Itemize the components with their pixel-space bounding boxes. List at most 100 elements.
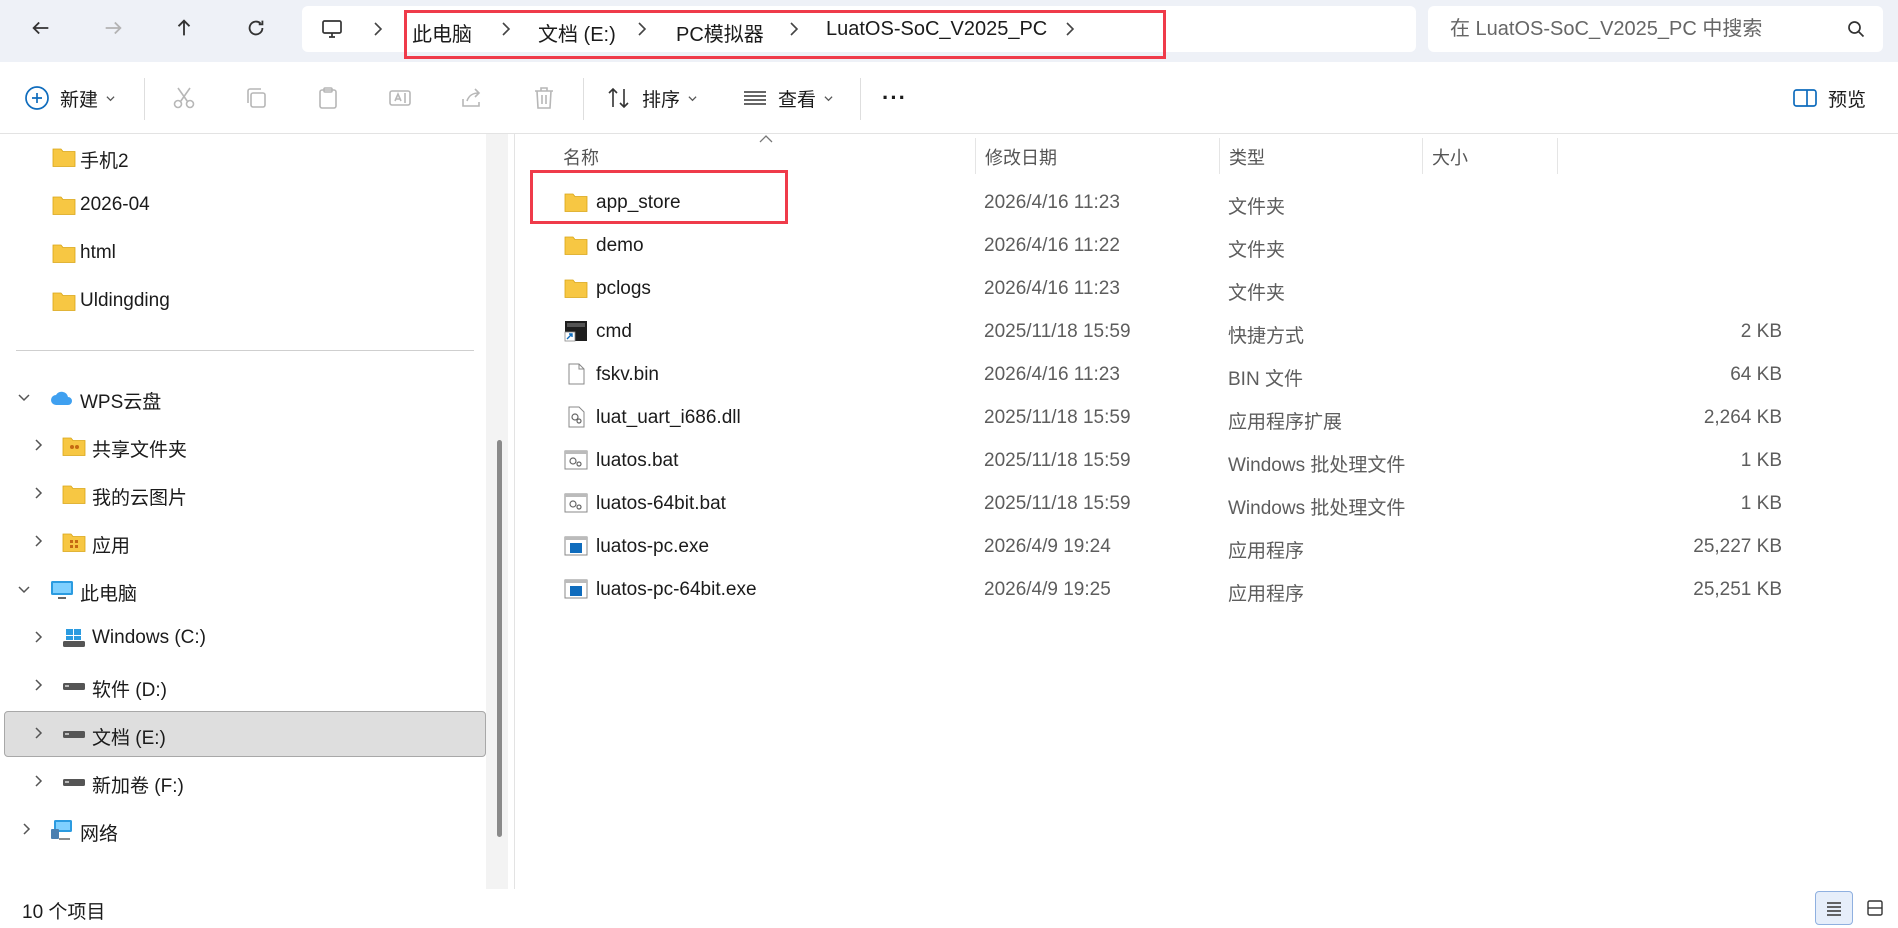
nav-item-this-pc[interactable]: 此电脑 xyxy=(4,567,486,613)
nav-item-drive-e[interactable]: 文档 (E:) xyxy=(4,711,486,757)
batch-file-icon xyxy=(564,493,588,513)
chevron-down-icon[interactable] xyxy=(18,583,30,595)
trash-icon xyxy=(535,87,553,109)
view-list-icon xyxy=(744,91,766,105)
chevron-down-icon xyxy=(106,95,115,101)
chevron-right-icon[interactable] xyxy=(1064,22,1076,36)
file-date: 2026/4/16 11:23 xyxy=(984,192,1120,213)
column-header-size[interactable]: 大小 xyxy=(1432,144,1468,170)
nav-item-2026-04[interactable]: 2026-04 xyxy=(4,182,486,228)
address-bar[interactable]: 此电脑 文档 (E:) PC模拟器 LuatOS-SoC_V2025_PC xyxy=(302,6,1416,52)
file-type: Windows 批处理文件 xyxy=(1228,455,1406,476)
folder-icon xyxy=(52,292,76,311)
chevron-right-icon[interactable] xyxy=(32,631,44,643)
rename-button[interactable] xyxy=(387,78,413,118)
nav-item-html[interactable]: html xyxy=(4,230,486,276)
back-button[interactable] xyxy=(19,9,63,47)
search-box[interactable] xyxy=(1428,6,1883,52)
column-divider[interactable] xyxy=(975,138,976,174)
column-header-type[interactable]: 类型 xyxy=(1229,144,1265,170)
chevron-right-icon[interactable] xyxy=(32,535,44,547)
shared-folder-icon xyxy=(62,437,86,456)
breadcrumb-this-pc[interactable]: 此电脑 xyxy=(412,18,472,47)
column-header-name[interactable]: 名称 xyxy=(563,144,599,170)
file-type: Windows 批处理文件 xyxy=(1228,498,1406,519)
column-divider[interactable] xyxy=(1557,138,1558,174)
exe-icon xyxy=(564,579,588,599)
preview-pane-button[interactable]: 预览 xyxy=(1792,78,1866,118)
breadcrumb-drive-e[interactable]: 文档 (E:) xyxy=(538,18,616,47)
nav-item-cloud-pictures[interactable]: 我的云图片 xyxy=(4,471,486,517)
column-divider[interactable] xyxy=(1219,138,1220,174)
windows-drive-icon xyxy=(63,629,85,647)
breadcrumb-current-folder[interactable]: LuatOS-SoC_V2025_PC xyxy=(826,18,1047,41)
file-type: 应用程序 xyxy=(1228,541,1305,562)
file-row[interactable]: luatos.bat 2025/11/18 15:59 Windows 批处理文… xyxy=(536,439,1896,482)
file-row[interactable]: fskv.bin 2026/4/16 11:23 BIN 文件 64 KB xyxy=(536,353,1896,396)
chevron-down-icon xyxy=(824,95,833,101)
nav-item-drive-f[interactable]: 新加卷 (F:) xyxy=(4,759,486,805)
cut-button[interactable] xyxy=(171,78,197,118)
nav-item-uldingding[interactable]: Uldingding xyxy=(4,278,486,324)
search-input[interactable] xyxy=(1450,17,1830,41)
forward-button[interactable] xyxy=(91,9,135,47)
breadcrumb-pc-emulator[interactable]: PC模拟器 xyxy=(676,18,764,47)
file-name: pclogs xyxy=(596,278,651,299)
details-view-button[interactable] xyxy=(1815,891,1853,925)
delete-button[interactable] xyxy=(531,78,557,118)
cloud-icon xyxy=(51,391,72,405)
nav-scrollbar-thumb[interactable] xyxy=(497,440,502,837)
paste-button[interactable] xyxy=(315,78,341,118)
nav-item-shared-folder[interactable]: 共享文件夹 xyxy=(4,423,486,469)
drive-icon xyxy=(63,731,85,738)
refresh-button[interactable] xyxy=(234,9,278,47)
nav-item-wps-cloud[interactable]: WPS云盘 xyxy=(4,375,486,421)
sort-button[interactable]: 排序 xyxy=(606,78,697,118)
sort-icon xyxy=(608,87,629,109)
nav-label: html xyxy=(80,242,116,263)
view-button[interactable]: 查看 xyxy=(742,78,833,118)
up-button[interactable] xyxy=(162,9,206,47)
file-row[interactable]: cmd 2025/11/18 15:59 快捷方式 2 KB xyxy=(536,310,1896,353)
file-row[interactable]: luatos-64bit.bat 2025/11/18 15:59 Window… xyxy=(536,482,1896,525)
file-row[interactable]: demo 2026/4/16 11:22 文件夹 xyxy=(536,224,1896,267)
nav-item-apps[interactable]: 应用 xyxy=(4,519,486,565)
arrow-left-icon xyxy=(32,21,49,35)
chevron-right-icon xyxy=(790,22,799,36)
file-row[interactable]: luat_uart_i686.dll 2025/11/18 15:59 应用程序… xyxy=(536,396,1896,439)
exe-icon xyxy=(564,536,588,556)
search-icon[interactable] xyxy=(1847,20,1865,38)
column-divider[interactable] xyxy=(1422,138,1423,174)
new-label: 新建 xyxy=(60,89,99,111)
file-name: cmd xyxy=(596,321,632,342)
file-name: app_store xyxy=(596,192,681,213)
file-row[interactable]: app_store 2026/4/16 11:23 文件夹 xyxy=(536,181,1896,224)
file-size: 2,264 KB xyxy=(1703,407,1782,428)
nav-item-network[interactable]: 网络 xyxy=(4,807,486,853)
new-button[interactable]: 新建 xyxy=(24,78,115,118)
copy-icon xyxy=(247,88,266,108)
chevron-right-icon[interactable] xyxy=(32,487,44,499)
column-header-date[interactable]: 修改日期 xyxy=(985,144,1057,170)
more-options-button[interactable]: ··· xyxy=(882,78,907,118)
file-row[interactable]: luatos-pc-64bit.exe 2026/4/9 19:25 应用程序 … xyxy=(536,568,1896,611)
tiles-view-button[interactable] xyxy=(1856,891,1894,925)
chevron-down-icon[interactable] xyxy=(18,391,30,403)
chevron-right-icon[interactable] xyxy=(32,775,44,787)
file-row[interactable]: pclogs 2026/4/16 11:23 文件夹 xyxy=(536,267,1896,310)
file-row[interactable]: luatos-pc.exe 2026/4/9 19:24 应用程序 25,227… xyxy=(536,525,1896,568)
file-size: 1 KB xyxy=(1740,493,1782,514)
nav-item-drive-c[interactable]: Windows (C:) xyxy=(4,615,486,661)
share-button[interactable] xyxy=(459,78,485,118)
file-name: luatos-pc-64bit.exe xyxy=(596,579,757,600)
chevron-right-icon[interactable] xyxy=(32,439,44,451)
copy-button[interactable] xyxy=(243,78,269,118)
chevron-right-icon xyxy=(638,22,647,36)
nav-item-drive-d[interactable]: 软件 (D:) xyxy=(4,663,486,709)
chevron-right-icon[interactable] xyxy=(32,679,44,691)
chevron-right-icon[interactable] xyxy=(32,727,44,739)
chevron-right-icon[interactable] xyxy=(20,823,32,835)
nav-item-phone2[interactable]: 手机2 xyxy=(4,134,486,180)
file-date: 2026/4/16 11:22 xyxy=(984,235,1120,256)
drive-icon xyxy=(63,779,85,786)
